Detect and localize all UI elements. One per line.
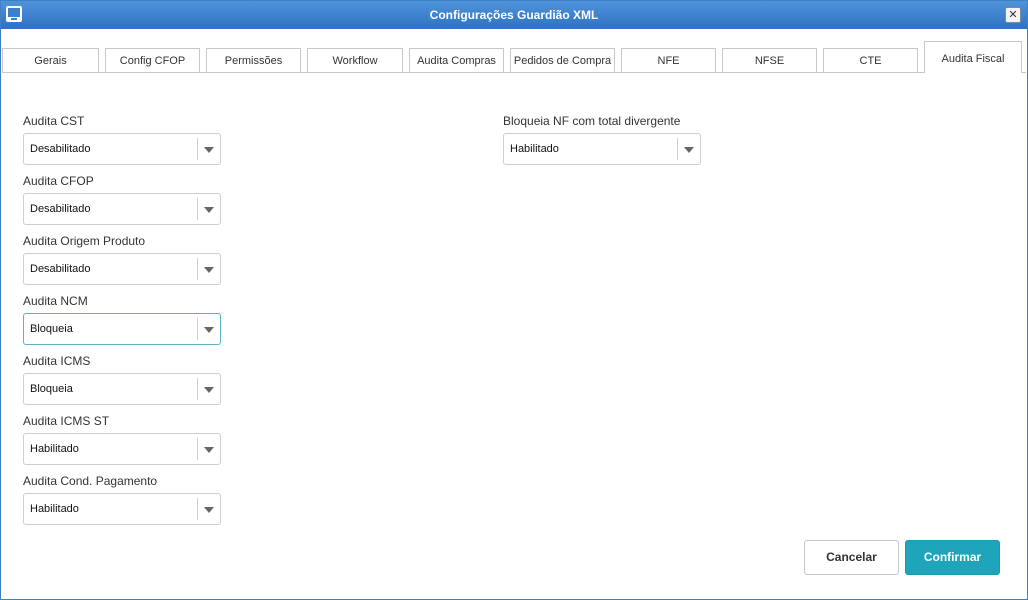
tab-pedidos-de-compra[interactable]: Pedidos de Compra: [510, 48, 615, 72]
tab-audita-compras[interactable]: Audita Compras: [409, 48, 504, 72]
title-bar[interactable]: Configurações Guardião XML ✕: [1, 1, 1027, 29]
audita-cfop-select[interactable]: Desabilitado: [23, 193, 221, 225]
audita-cond-pagamento-select[interactable]: Habilitado: [23, 493, 221, 525]
select-divider: [197, 258, 198, 280]
bloqueia-nf-total-divergente-select[interactable]: Habilitado: [503, 133, 701, 165]
confirm-button[interactable]: Confirmar: [905, 540, 1000, 575]
select-divider: [197, 198, 198, 220]
caret-down-icon[interactable]: [204, 207, 214, 213]
audita-ncm-label: Audita NCM: [23, 294, 88, 308]
close-icon[interactable]: ✕: [1005, 7, 1021, 23]
tab-bar: Gerais Config CFOP Permissões Workflow A…: [1, 41, 1027, 73]
audita-origem-produto-label: Audita Origem Produto: [23, 234, 146, 248]
tab-workflow[interactable]: Workflow: [307, 48, 403, 72]
bloqueia-nf-total-divergente-value: Habilitado: [510, 143, 559, 155]
select-divider: [197, 438, 198, 460]
audita-icms-st-value: Habilitado: [30, 443, 79, 455]
tab-gerais[interactable]: Gerais: [2, 48, 99, 72]
caret-down-icon[interactable]: [204, 507, 214, 513]
audita-cst-select[interactable]: Desabilitado: [23, 133, 221, 165]
audita-cst-value: Desabilitado: [30, 143, 91, 155]
tab-divider: [2, 72, 1026, 73]
audita-cst-label: Audita CST: [23, 114, 85, 128]
select-divider: [197, 318, 198, 340]
tab-permissoes[interactable]: Permissões: [206, 48, 301, 72]
tab-audita-fiscal[interactable]: Audita Fiscal: [924, 41, 1022, 73]
select-divider: [197, 498, 198, 520]
settings-dialog: Configurações Guardião XML ✕ Gerais Conf…: [0, 0, 1028, 600]
audita-cond-pagamento-value: Habilitado: [30, 503, 79, 515]
caret-down-icon[interactable]: [204, 267, 214, 273]
audita-icms-st-select[interactable]: Habilitado: [23, 433, 221, 465]
audita-ncm-select[interactable]: Bloqueia: [23, 313, 221, 345]
cancel-button[interactable]: Cancelar: [804, 540, 899, 575]
audita-ncm-value: Bloqueia: [30, 323, 73, 335]
caret-down-icon[interactable]: [204, 387, 214, 393]
audita-icms-select[interactable]: Bloqueia: [23, 373, 221, 405]
select-divider: [197, 138, 198, 160]
audita-cfop-value: Desabilitado: [30, 203, 91, 215]
audita-icms-label: Audita ICMS: [23, 354, 91, 368]
caret-down-icon[interactable]: [204, 327, 214, 333]
audita-cond-pagamento-label: Audita Cond. Pagamento: [23, 474, 158, 488]
select-divider: [677, 138, 678, 160]
tab-nfse[interactable]: NFSE: [722, 48, 817, 72]
caret-down-icon[interactable]: [684, 147, 694, 153]
audita-origem-produto-value: Desabilitado: [30, 263, 91, 275]
caret-down-icon[interactable]: [204, 447, 214, 453]
audita-icms-value: Bloqueia: [30, 383, 73, 395]
audita-origem-produto-select[interactable]: Desabilitado: [23, 253, 221, 285]
audita-icms-st-label: Audita ICMS ST: [23, 414, 110, 428]
tab-nfe[interactable]: NFE: [621, 48, 716, 72]
caret-down-icon[interactable]: [204, 147, 214, 153]
audita-cfop-label: Audita CFOP: [23, 174, 94, 188]
bloqueia-nf-total-divergente-label: Bloqueia NF com total divergente: [503, 114, 681, 128]
tab-cte[interactable]: CTE: [823, 48, 918, 72]
window-title: Configurações Guardião XML: [429, 8, 599, 22]
tab-config-cfop[interactable]: Config CFOP: [105, 48, 200, 72]
select-divider: [197, 378, 198, 400]
